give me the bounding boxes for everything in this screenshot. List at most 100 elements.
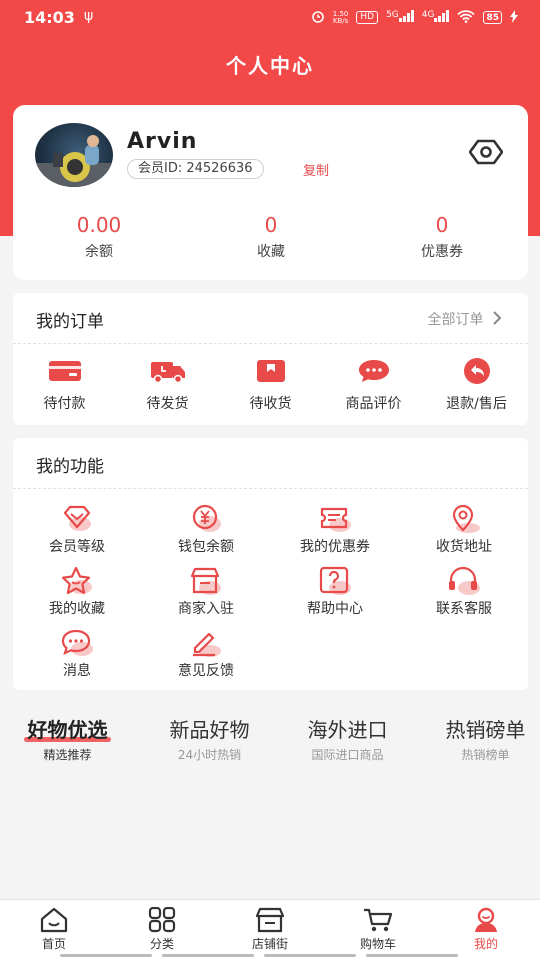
all-orders-link[interactable]: 全部订单 <box>428 309 502 329</box>
pencil-icon <box>193 632 221 657</box>
location-pin-icon <box>452 504 480 533</box>
nav-category[interactable]: 分类 <box>108 907 216 952</box>
member-id-badge: 会员ID: 24526636 <box>127 159 264 179</box>
order-review-label: 商品评价 <box>345 396 402 412</box>
func-customer-service[interactable]: 联系客服 <box>400 566 528 618</box>
functions-card: 我的功能 会员等级 钱包余额 我的优惠券 收货地址 我的收藏 商家入驻 帮助中心… <box>13 438 528 690</box>
tab-new-arrivals-title: 新品好物 <box>169 718 250 742</box>
tab-overseas-import[interactable]: 海外进口 国际进口商品 <box>280 716 415 763</box>
order-pending-payment-label: 待付款 <box>43 396 86 412</box>
order-pending-receipt-label: 待收货 <box>249 396 292 412</box>
func-address[interactable]: 收货地址 <box>400 504 528 556</box>
avatar[interactable] <box>35 123 113 187</box>
truck-icon <box>150 362 185 384</box>
nav-home[interactable]: 首页 <box>0 907 108 952</box>
status-time: 14:03 <box>24 8 75 27</box>
chevron-right-icon <box>488 311 502 328</box>
stat-favorites[interactable]: 0 收藏 <box>201 213 341 261</box>
func-favorites[interactable]: 我的收藏 <box>13 566 141 618</box>
nav-shop-street[interactable]: 店铺街 <box>216 907 324 952</box>
product-tabs: 好物优选 精选推荐 新品好物 24小时热销 海外进口 国际进口商品 热销磅单 热… <box>0 716 540 776</box>
orders-title: 我的订单 <box>36 312 104 332</box>
storefront-icon <box>190 567 221 595</box>
wallet-card-icon <box>48 361 81 381</box>
alarm-icon <box>311 9 325 26</box>
order-pending-receipt[interactable]: 待收货 <box>219 357 322 413</box>
order-pending-shipment[interactable]: 待发货 <box>116 357 219 413</box>
stat-coupons-value: 0 <box>435 213 449 237</box>
yuan-coin-icon <box>192 504 221 532</box>
home-icon <box>40 907 68 933</box>
usb-icon: ψ <box>84 8 94 24</box>
func-messages[interactable]: 消息 <box>13 628 141 680</box>
gesture-bar <box>366 954 458 957</box>
tab-new-arrivals-subtitle: 24小时热销 <box>177 748 242 762</box>
orders-card: 我的订单 全部订单 待付款 待发货 待收货 商品评价 退款/售后 <box>13 293 528 425</box>
signal-5g-icon: 5G <box>386 10 414 25</box>
func-messages-label: 消息 <box>63 663 91 679</box>
tab-best-sellers-title: 热销磅单 <box>445 718 526 742</box>
charging-icon <box>510 9 518 26</box>
tab-overseas-import-subtitle: 国际进口商品 <box>311 748 384 762</box>
all-orders-label: 全部订单 <box>427 312 484 328</box>
signal-4g-icon: 4G <box>422 10 450 25</box>
net-speed: 1.50 KB/s <box>332 9 349 25</box>
hd-icon: HD <box>356 11 379 24</box>
cart-icon <box>364 908 393 932</box>
functions-title: 我的功能 <box>36 457 104 477</box>
func-feedback[interactable]: 意见反馈 <box>142 628 270 680</box>
nav-cart-label: 购物车 <box>359 937 396 951</box>
user-icon <box>475 907 497 932</box>
stat-balance[interactable]: 0.00 余额 <box>29 213 169 261</box>
order-pending-payment[interactable]: 待付款 <box>13 357 116 413</box>
func-feedback-label: 意见反馈 <box>178 663 234 679</box>
func-member-level-label: 会员等级 <box>49 539 105 555</box>
func-help-label: 帮助中心 <box>307 601 363 617</box>
orders-divider <box>13 343 528 344</box>
order-refund[interactable]: 退款/售后 <box>425 357 528 413</box>
profile-card: Arvin 会员ID: 24526636 复制 0.00 余额 0 收藏 0 优… <box>13 105 528 280</box>
func-my-coupons-label: 我的优惠券 <box>300 539 370 555</box>
func-my-coupons[interactable]: 我的优惠券 <box>271 504 399 556</box>
nav-mine-label: 我的 <box>473 937 498 951</box>
diamond-icon <box>63 505 91 531</box>
grid-icon <box>148 907 176 933</box>
order-pending-shipment-label: 待发货 <box>146 396 189 412</box>
func-help[interactable]: 帮助中心 <box>271 566 399 618</box>
username: Arvin <box>127 129 198 154</box>
settings-icon[interactable] <box>468 135 504 169</box>
tab-overseas-import-title: 海外进口 <box>307 718 388 742</box>
func-member-level[interactable]: 会员等级 <box>13 504 141 556</box>
copy-id-button[interactable]: 复制 <box>303 160 329 179</box>
wifi-icon <box>457 9 476 26</box>
tab-new-arrivals[interactable]: 新品好物 24小时热销 <box>142 716 277 763</box>
func-address-label: 收货地址 <box>436 539 492 555</box>
tab-best-sellers[interactable]: 热销磅单 热销榜单 <box>418 716 540 763</box>
tab-good-picks[interactable]: 好物优选 精选推荐 <box>0 716 135 763</box>
stat-balance-value: 0.00 <box>76 213 122 237</box>
func-merchant-join[interactable]: 商家入驻 <box>142 566 270 618</box>
status-bar: 14:03 ψ 1.50 KB/s HD 5G 4G 85 <box>0 0 540 34</box>
stat-coupons[interactable]: 0 优惠券 <box>372 213 512 261</box>
func-favorites-label: 我的收藏 <box>49 601 105 617</box>
question-icon <box>319 566 351 595</box>
battery-icon: 85 <box>483 11 502 24</box>
stat-balance-label: 余额 <box>85 244 113 260</box>
nav-category-label: 分类 <box>149 937 174 951</box>
order-review[interactable]: 商品评价 <box>322 357 425 413</box>
shop-icon <box>255 907 285 933</box>
tab-best-sellers-subtitle: 热销榜单 <box>461 748 510 762</box>
gesture-bar <box>162 954 254 957</box>
stat-favorites-label: 收藏 <box>257 244 285 260</box>
stat-coupons-label: 优惠券 <box>421 244 463 260</box>
func-customer-service-label: 联系客服 <box>436 601 492 617</box>
func-wallet[interactable]: 钱包余额 <box>142 504 270 556</box>
gesture-bar <box>60 954 152 957</box>
nav-mine[interactable]: 我的 <box>432 907 540 952</box>
nav-cart[interactable]: 购物车 <box>324 907 432 952</box>
package-receive-icon <box>256 360 285 382</box>
tab-good-picks-subtitle: 精选推荐 <box>43 748 92 762</box>
func-merchant-join-label: 商家入驻 <box>178 601 234 617</box>
comment-bubble-icon <box>358 360 389 382</box>
tab-good-picks-title: 好物优选 <box>0 716 135 744</box>
